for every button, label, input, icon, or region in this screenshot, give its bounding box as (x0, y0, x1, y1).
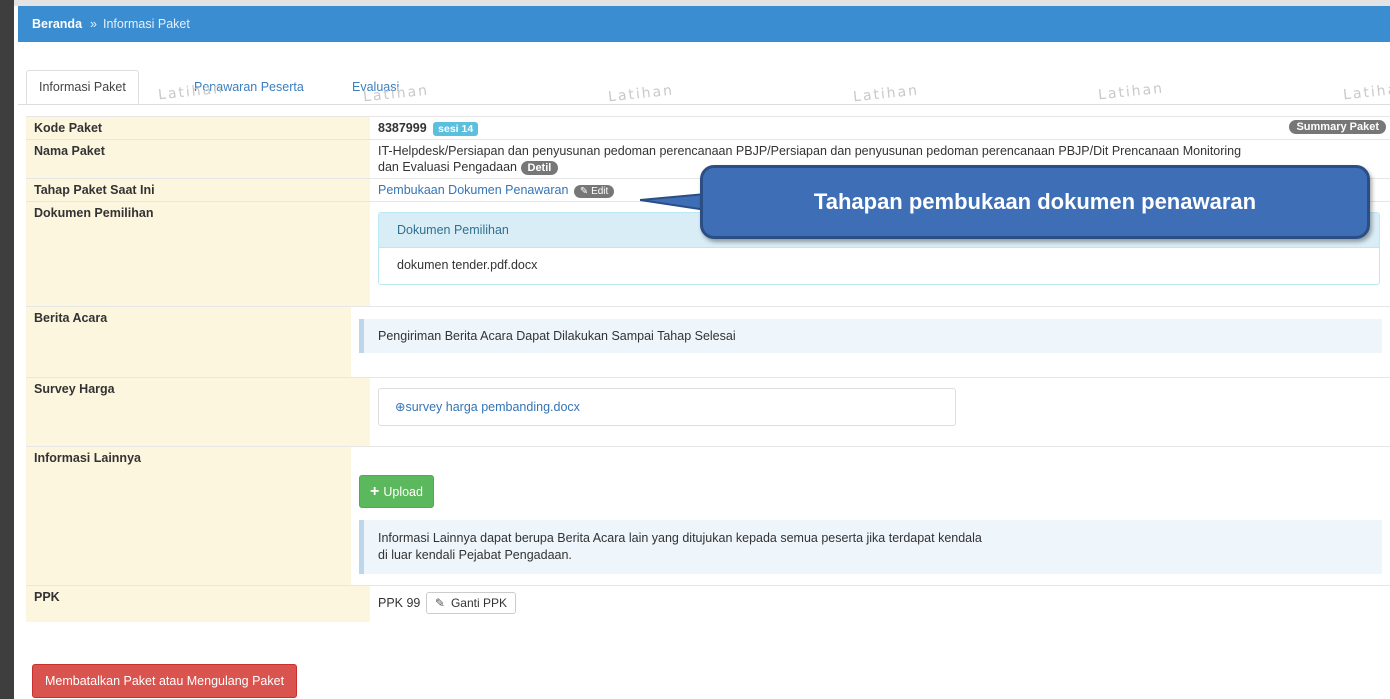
label-dokumen-pemilihan: Dokumen Pemilihan (26, 202, 370, 306)
info-line2: di luar kendali Pejabat Pengadaan. (378, 548, 572, 562)
ppk-value: PPK 99 (378, 596, 421, 610)
edit-tahap-label: Edit (591, 186, 609, 197)
edit-tahap-button[interactable]: ✎ Edit (573, 185, 615, 198)
value-kode-paket: 8387999 sesi 14 Summary Paket (370, 117, 1390, 139)
upload-label: Upload (383, 484, 423, 499)
row-kode-paket: Kode Paket 8387999 sesi 14 Summary Paket (26, 116, 1390, 139)
download-icon: ⊕ (395, 400, 406, 414)
info-line1: Informasi Lainnya dapat berupa Berita Ac… (378, 531, 982, 545)
berita-acara-info: Pengiriman Berita Acara Dapat Dilakukan … (359, 319, 1382, 353)
row-survey-harga: Survey Harga ⊕survey harga pembanding.do… (26, 377, 1390, 446)
label-kode-paket: Kode Paket (26, 117, 370, 139)
breadcrumb-home[interactable]: Beranda (32, 17, 82, 31)
breadcrumb-separator: » (90, 17, 97, 31)
informasi-lainnya-info: Informasi Lainnya dapat berupa Berita Ac… (359, 520, 1382, 574)
label-survey-harga: Survey Harga (26, 378, 370, 446)
survey-file-link[interactable]: survey harga pembanding.docx (405, 400, 579, 414)
edit-icon: ✎ (434, 596, 445, 610)
dokumen-file[interactable]: dokumen tender.pdf.docx (379, 248, 1379, 284)
survey-file-box: ⊕survey harga pembanding.docx (378, 388, 956, 426)
kode-paket-number: 8387999 (378, 121, 427, 135)
value-berita-acara: Pengiriman Berita Acara Dapat Dilakukan … (351, 307, 1390, 377)
label-nama-paket: Nama Paket (26, 140, 370, 178)
plus-icon: + (370, 482, 380, 500)
value-survey-harga: ⊕survey harga pembanding.docx (370, 378, 1390, 446)
callout-tooltip: Tahapan pembukaan dokumen penawaran (700, 165, 1370, 239)
row-berita-acara: Berita Acara Pengiriman Berita Acara Dap… (26, 306, 1390, 377)
detil-button[interactable]: Detil (520, 161, 559, 175)
window-left-edge (0, 0, 14, 699)
breadcrumb: Beranda » Informasi Paket (18, 6, 1390, 42)
nama-paket-line2: dan Evaluasi Pengadaan (378, 160, 518, 174)
label-ppk: PPK (26, 586, 370, 622)
tahap-link[interactable]: Pembukaan Dokumen Penawaran (378, 183, 568, 197)
tab-informasi-paket[interactable]: Informasi Paket (26, 70, 139, 104)
breadcrumb-current: Informasi Paket (102, 17, 190, 31)
summary-paket-button[interactable]: Summary Paket (1289, 120, 1386, 134)
sesi-badge: sesi 14 (433, 122, 479, 136)
ganti-ppk-label: Ganti PPK (450, 596, 507, 610)
page: Beranda » Informasi Paket Informasi Pake… (18, 6, 1390, 699)
ganti-ppk-button[interactable]: ✎ Ganti PPK (425, 592, 516, 614)
label-tahap-paket: Tahap Paket Saat Ini (26, 179, 370, 201)
row-informasi-lainnya: Informasi Lainnya + Upload Informasi Lai… (26, 446, 1390, 585)
nama-paket-line1: IT-Helpdesk/Persiapan dan penyusunan ped… (378, 144, 1242, 158)
label-berita-acara: Berita Acara (26, 307, 351, 377)
cancel-package-button[interactable]: Membatalkan Paket atau Mengulang Paket (32, 664, 298, 698)
label-informasi-lainnya: Informasi Lainnya (26, 447, 351, 585)
row-ppk: PPK PPK 99 ✎ Ganti PPK (26, 585, 1390, 622)
value-ppk: PPK 99 ✎ Ganti PPK (370, 586, 1390, 622)
upload-button[interactable]: + Upload (359, 475, 434, 508)
value-informasi-lainnya: + Upload Informasi Lainnya dapat berupa … (351, 447, 1390, 585)
